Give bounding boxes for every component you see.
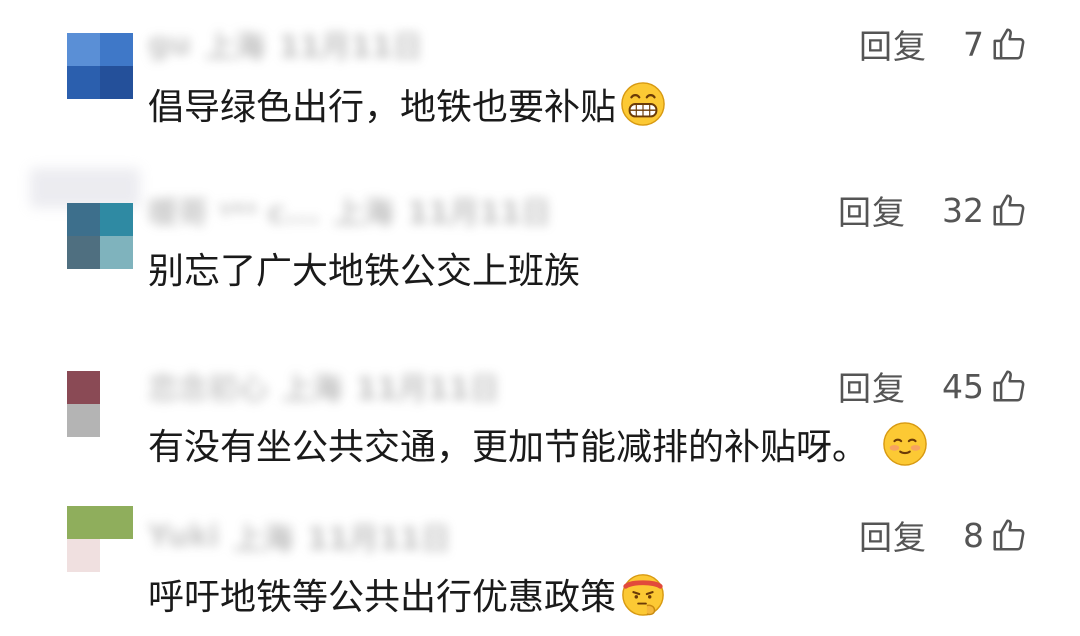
- like-button[interactable]: 8: [963, 516, 1028, 555]
- comment-date: 11月11日: [407, 196, 552, 231]
- avatar-tile: [100, 203, 133, 236]
- like-count: 45: [942, 366, 984, 406]
- avatar[interactable]: [67, 506, 133, 572]
- like-button[interactable]: 7: [963, 25, 1028, 64]
- avatar[interactable]: [67, 371, 133, 437]
- avatar-tile: [67, 203, 100, 236]
- comment-location: 上海: [282, 372, 342, 407]
- comment-actions: 回复 7: [859, 22, 1028, 66]
- comment-text-row: 倡导绿色出行，地铁也要补贴: [148, 78, 666, 130]
- avatar-tile: [67, 404, 100, 437]
- avatar-tile: [100, 506, 133, 539]
- avatar-tile: [67, 33, 100, 66]
- like-count: 7: [963, 24, 984, 64]
- commenter-nickname[interactable]: gu: [148, 27, 191, 62]
- avatar-tile: [100, 33, 133, 66]
- reply-button[interactable]: 回复: [838, 186, 906, 234]
- comment-text: 倡导绿色出行，地铁也要补贴: [148, 87, 617, 128]
- comment-location: 上海: [233, 522, 294, 557]
- comment-meta-blurred: gu 上海 11月11日: [148, 24, 423, 66]
- like-button[interactable]: 32: [942, 191, 1028, 230]
- comment-text: 别忘了广大地铁公交上班族: [148, 251, 581, 292]
- thumbs-up-icon: [993, 194, 1025, 226]
- comment-text: 呼吁地铁等公共出行优惠政策: [148, 577, 617, 618]
- reply-button[interactable]: 回复: [859, 20, 927, 68]
- comment-actions: 回复 32: [838, 188, 1028, 232]
- comment-location: 上海: [333, 196, 394, 231]
- comment-meta-blurred: Yuki 上海 11月11日: [148, 516, 451, 558]
- avatar[interactable]: [67, 203, 133, 269]
- comment-date: 11月11日: [278, 30, 423, 65]
- comment-text-row: 呼吁地铁等公共出行优惠政策: [148, 568, 666, 620]
- reply-button[interactable]: 回复: [859, 511, 927, 559]
- comment-text: 有没有坐公共交通，更加节能减排的补贴呀。: [148, 427, 869, 468]
- commenter-nickname[interactable]: 恋念初心: [148, 364, 268, 408]
- reply-button[interactable]: 回复: [838, 362, 906, 410]
- avatar-tile: [67, 236, 100, 269]
- shy-smile-face-icon: [882, 421, 928, 467]
- avatar-tile: [100, 539, 133, 572]
- thumbs-up-icon: [993, 28, 1025, 60]
- comment-actions: 回复 45: [838, 364, 1028, 408]
- blurred-artifact: [30, 168, 140, 208]
- like-count: 32: [942, 190, 984, 230]
- commenter-nickname[interactable]: 暖哥 ᵞᵉˢ c...: [148, 188, 320, 232]
- comment-meta-blurred: 暖哥 ᵞᵉˢ c... 上海 11月11日: [148, 188, 552, 232]
- avatar-tile: [100, 66, 133, 99]
- thinking-face-icon: [620, 571, 666, 617]
- comment-date: 11月11日: [356, 372, 500, 407]
- grinning-face-icon: [620, 81, 666, 127]
- thumbs-up-icon: [993, 519, 1025, 551]
- thumbs-up-icon: [993, 370, 1025, 402]
- avatar-tile: [100, 371, 133, 404]
- avatar-tile: [67, 371, 100, 404]
- commenter-nickname[interactable]: Yuki: [148, 519, 219, 554]
- comment-text-row: 别忘了广大地铁公交上班族: [148, 242, 580, 294]
- like-button[interactable]: 45: [942, 367, 1028, 406]
- comment-meta-blurred: 恋念初心 上海 11月11日: [148, 364, 500, 408]
- avatar-tile: [67, 539, 100, 572]
- avatar-tile: [100, 404, 133, 437]
- avatar-tile: [100, 236, 133, 269]
- comment-actions: 回复 8: [859, 513, 1028, 557]
- like-count: 8: [963, 515, 984, 555]
- avatar-tile: [67, 66, 100, 99]
- comment-date: 11月11日: [307, 522, 451, 557]
- comment-location: 上海: [204, 30, 265, 65]
- comment-text-row: 有没有坐公共交通，更加节能减排的补贴呀。: [148, 418, 928, 470]
- avatar-tile: [67, 506, 100, 539]
- avatar[interactable]: [67, 33, 133, 99]
